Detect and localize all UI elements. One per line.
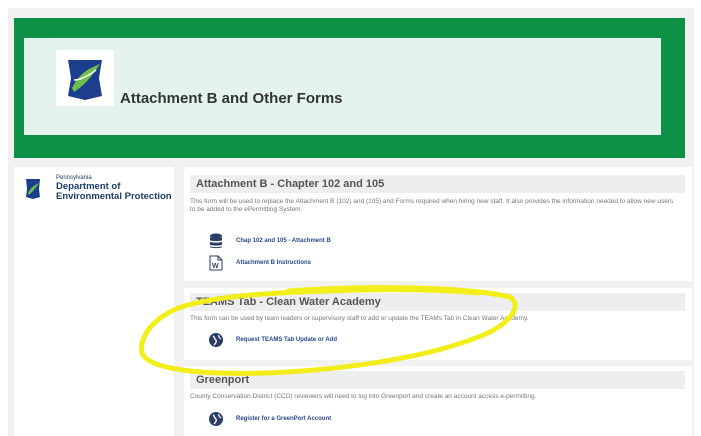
section-description: This form can be used by team leaders or… bbox=[190, 315, 529, 322]
attachment-b-instructions-link[interactable]: Attachment B Instructions bbox=[236, 260, 311, 266]
header-inner-panel bbox=[24, 38, 661, 135]
pa-keystone-logo bbox=[56, 50, 114, 106]
section-title: Attachment B - Chapter 102 and 105 bbox=[196, 178, 385, 190]
section-card-teams-tab: TEAMS Tab - Clean Water Academy This for… bbox=[184, 288, 692, 360]
section-title: Greenport bbox=[196, 374, 250, 386]
dep-logo-text[interactable]: Pennsylvania Department of Environmental… bbox=[56, 175, 172, 202]
word-document-icon: W bbox=[208, 255, 224, 271]
link-row[interactable]: W Attachment B Instructions bbox=[208, 255, 311, 271]
link-row[interactable]: Register for a GreenPort Account bbox=[208, 411, 331, 427]
link-row[interactable]: Chap 102 and 105 - Attachment B bbox=[208, 233, 331, 249]
page-title: Attachment B and Other Forms bbox=[120, 90, 343, 107]
svg-text:W: W bbox=[212, 263, 219, 270]
section-card-greenport: Greenport County Conservation District (… bbox=[184, 366, 692, 436]
attachment-b-link[interactable]: Chap 102 and 105 - Attachment B bbox=[236, 238, 331, 244]
link-row[interactable]: Request TEAMS Tab Update or Add bbox=[208, 332, 337, 348]
globe-icon bbox=[208, 411, 224, 427]
database-icon bbox=[208, 233, 224, 249]
dep-name-line2: Environmental Protection bbox=[56, 190, 172, 202]
section-title-bar bbox=[190, 371, 685, 389]
section-card-attachment-b: Attachment B - Chapter 102 and 105 This … bbox=[184, 167, 692, 281]
sidebar bbox=[14, 167, 174, 436]
dep-keystone-logo[interactable] bbox=[24, 177, 42, 201]
globe-icon bbox=[208, 332, 224, 348]
section-description: County Conservation District (CCD) revie… bbox=[190, 393, 537, 400]
register-greenport-link[interactable]: Register for a GreenPort Account bbox=[236, 416, 331, 422]
request-teams-tab-link[interactable]: Request TEAMS Tab Update or Add bbox=[236, 337, 337, 343]
section-description: This form will be used to replace the At… bbox=[190, 198, 674, 214]
section-title: TEAMS Tab - Clean Water Academy bbox=[196, 296, 381, 308]
